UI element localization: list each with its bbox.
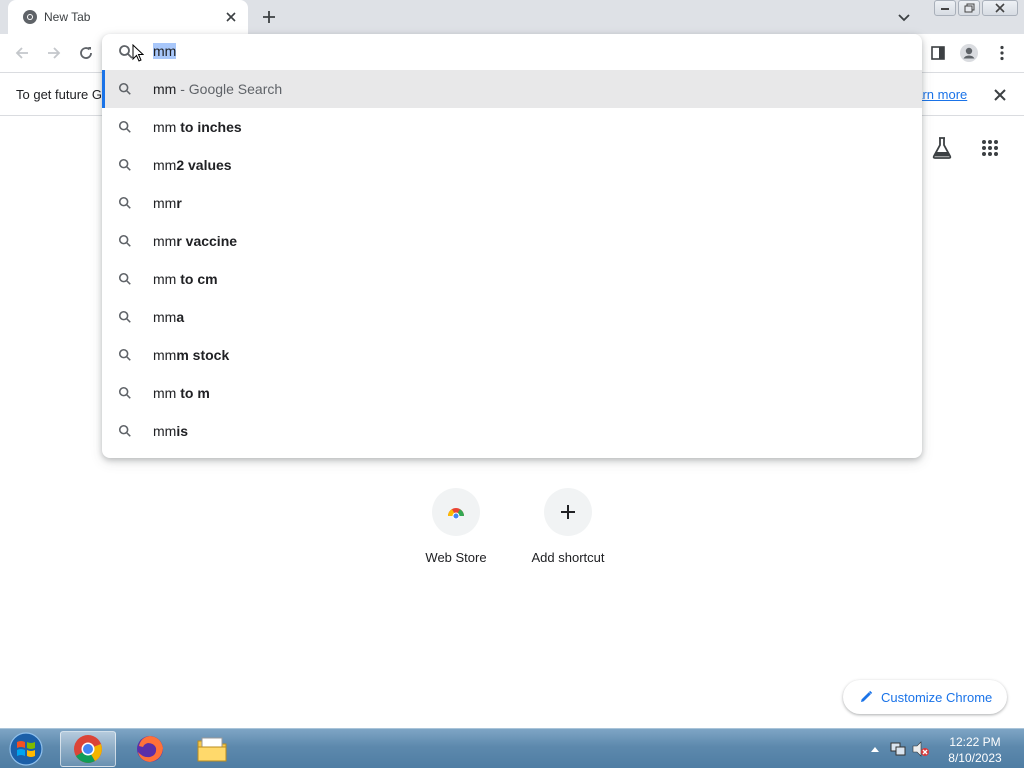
windows-taskbar: 12:22 PM 8/10/2023 <box>0 728 1024 768</box>
clock-date: 8/10/2023 <box>948 751 1002 765</box>
kebab-menu-icon[interactable] <box>990 41 1014 65</box>
search-icon <box>118 310 131 323</box>
tab-new-tab[interactable]: New Tab <box>8 0 248 34</box>
shortcut-label: Add shortcut <box>531 550 605 565</box>
suggestion-text: mma <box>153 309 184 325</box>
start-button[interactable] <box>6 731 46 767</box>
shortcut-label: Web Store <box>425 550 487 565</box>
suggestion-completion: to m <box>176 385 210 401</box>
tab-title: New Tab <box>44 10 91 24</box>
forward-arrow-icon[interactable] <box>42 41 66 65</box>
suggestion-typed: mm <box>153 195 177 211</box>
suggestion-text: mmr vaccine <box>153 233 237 249</box>
chrome-icon <box>74 735 102 763</box>
suggestion-text: mm - Google Search <box>153 81 282 97</box>
search-icon <box>118 82 131 95</box>
omnibox-suggestion[interactable]: mm - Google Search <box>102 70 922 108</box>
search-icon <box>118 120 131 133</box>
search-icon <box>118 386 131 399</box>
suggestion-typed: mm <box>153 119 177 135</box>
volume-muted-icon[interactable] <box>912 741 930 757</box>
customize-chrome-button[interactable]: Customize Chrome <box>843 680 1007 714</box>
reload-icon[interactable] <box>74 41 98 65</box>
shortcut-add[interactable]: Add shortcut <box>518 488 618 565</box>
new-tab-button[interactable] <box>258 6 280 28</box>
suggestion-text: mm to m <box>153 385 210 401</box>
search-icon <box>118 234 131 247</box>
search-icon <box>118 196 131 209</box>
restore-icon[interactable] <box>958 0 980 16</box>
taskbar-file-explorer[interactable] <box>184 731 240 767</box>
show-hidden-icons-icon[interactable] <box>870 745 880 753</box>
suggestion-completion: 2 values <box>176 157 232 173</box>
taskbar-chrome[interactable] <box>60 731 116 767</box>
network-icon[interactable] <box>890 741 906 757</box>
suggestion-text: mmis <box>153 423 188 439</box>
minimize-icon[interactable] <box>934 0 956 16</box>
suggestion-text: mm2 values <box>153 157 232 173</box>
suggestion-description: - Google Search <box>176 81 283 97</box>
search-icon <box>118 158 131 171</box>
omnibox-suggestion[interactable]: mm to cm <box>102 260 922 298</box>
omnibox-suggestion[interactable]: mmr vaccine <box>102 222 922 260</box>
tab-close-icon[interactable] <box>222 8 240 26</box>
flask-icon[interactable] <box>928 134 956 162</box>
taskbar-clock[interactable]: 12:22 PM 8/10/2023 <box>940 734 1010 766</box>
omnibox-suggestion[interactable]: mma <box>102 298 922 336</box>
shortcut-web-store[interactable]: Web Store <box>406 488 506 565</box>
suggestion-typed: mm <box>153 271 177 287</box>
firefox-icon <box>137 736 163 762</box>
omnibox-suggestion[interactable]: mmis <box>102 412 922 450</box>
customize-chrome-label: Customize Chrome <box>881 689 993 705</box>
address-bar[interactable]: mm <box>102 34 922 70</box>
profile-icon[interactable] <box>957 41 981 65</box>
omnibox-dropdown: mm mm - Google Search mm to inches mm2 val… <box>102 34 922 458</box>
suggestion-completion: m stock <box>176 347 230 363</box>
search-icon <box>118 424 131 437</box>
info-bar-text: To get future G <box>16 87 102 102</box>
omnibox-suggestion[interactable]: mmm stock <box>102 336 922 374</box>
suggestion-typed: mm <box>153 347 177 363</box>
omnibox-suggestion[interactable]: mm to inches <box>102 108 922 146</box>
address-input[interactable]: mm <box>153 43 177 59</box>
suggestion-typed: mm <box>153 385 177 401</box>
search-icon <box>118 348 131 361</box>
search-icon <box>118 272 131 285</box>
suggestion-completion: a <box>176 309 185 325</box>
close-icon[interactable] <box>982 0 1018 16</box>
file-explorer-icon <box>197 737 227 762</box>
suggestion-typed: mm <box>153 233 177 249</box>
plus-icon <box>544 488 592 536</box>
suggestion-completion: r <box>176 195 182 211</box>
suggestion-typed: mm <box>153 423 177 439</box>
taskbar-firefox[interactable] <box>122 731 178 767</box>
suggestion-completion: to inches <box>176 119 242 135</box>
back-arrow-icon[interactable] <box>10 41 34 65</box>
suggestion-text: mm to cm <box>153 271 218 287</box>
omnibox-suggestion[interactable]: mm to m <box>102 374 922 412</box>
info-bar-close-icon[interactable] <box>990 85 1010 105</box>
omnibox-suggestion[interactable]: mmr <box>102 184 922 222</box>
chrome-icon <box>23 10 37 24</box>
window-controls <box>934 0 1018 16</box>
tab-search-chevron-icon[interactable] <box>893 7 915 29</box>
suggestion-completion: r vaccine <box>176 233 238 249</box>
clock-time: 12:22 PM <box>949 735 1001 749</box>
suggestion-typed: mm <box>153 81 177 97</box>
suggestion-completion: to cm <box>176 271 218 287</box>
suggestion-text: mm to inches <box>153 119 242 135</box>
omnibox-suggestion[interactable]: mm2 values <box>102 146 922 184</box>
mouse-cursor-icon <box>132 44 144 62</box>
suggestion-text: mmm stock <box>153 347 229 363</box>
pencil-icon <box>861 690 873 702</box>
tab-strip: New Tab <box>0 0 1024 34</box>
suggestion-text: mmr <box>153 195 182 211</box>
suggestion-completion: is <box>176 423 189 439</box>
web-store-icon <box>432 488 480 536</box>
apps-grid-icon[interactable] <box>976 134 1004 162</box>
suggestion-typed: mm <box>153 157 177 173</box>
side-panel-icon[interactable] <box>926 41 950 65</box>
suggestion-typed: mm <box>153 309 177 325</box>
